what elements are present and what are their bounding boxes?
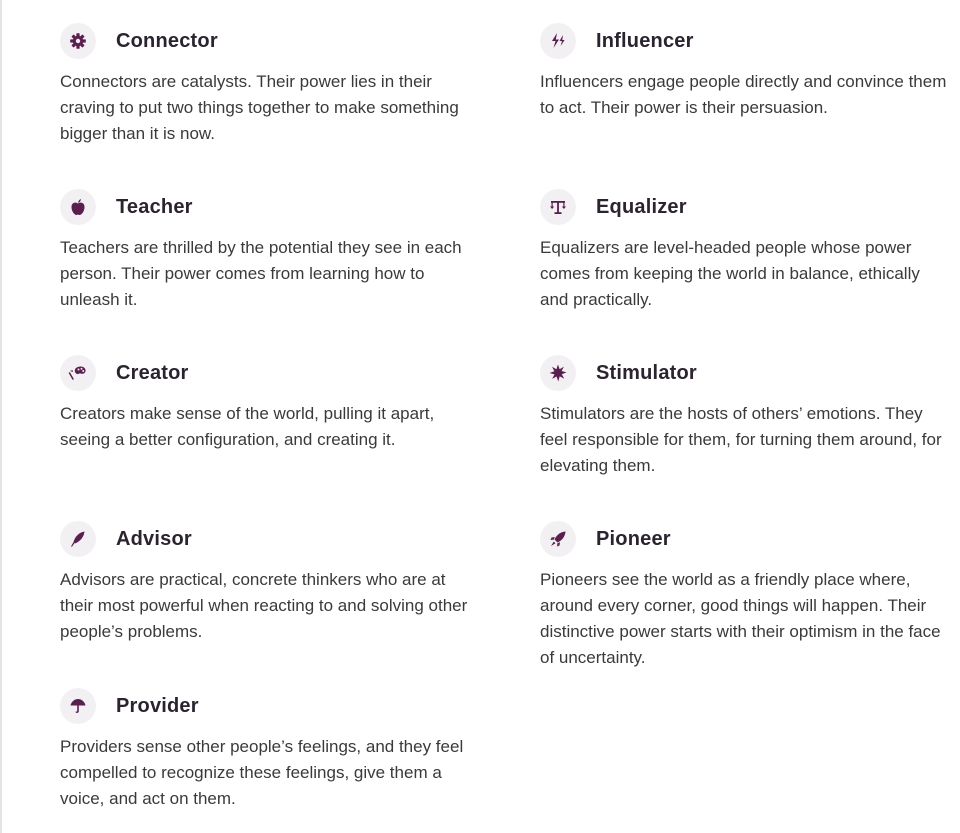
rocket-icon: [540, 521, 576, 557]
card-description: Influencers engage people directly and c…: [540, 72, 947, 117]
card-header: Pioneer: [540, 521, 950, 557]
card-connector: Connector Connectors are catalysts. Thei…: [60, 23, 470, 147]
card-description: Teachers are thrilled by the potential t…: [60, 238, 462, 309]
burst-icon: [540, 355, 576, 391]
card-description: Creators make sense of the world, pullin…: [60, 404, 435, 449]
card-header: Equalizer: [540, 189, 950, 225]
card-description: Advisors are practical, concrete thinker…: [60, 570, 468, 641]
card-advisor: Advisor Advisors are practical, concrete…: [60, 521, 470, 645]
card-title: Equalizer: [596, 195, 687, 218]
card-title: Provider: [116, 694, 199, 717]
card-provider: Provider Providers sense other people’s …: [60, 688, 470, 812]
card-equalizer: Equalizer Equalizers are level-headed pe…: [540, 189, 950, 313]
card-header: Connector: [60, 23, 470, 59]
card-description: Equalizers are level-headed people whose…: [540, 238, 920, 309]
card-title: Influencer: [596, 29, 694, 52]
apple-icon: [60, 189, 96, 225]
card-header: Stimulator: [540, 355, 950, 391]
card-header: Provider: [60, 688, 470, 724]
card-teacher: Teacher Teachers are thrilled by the pot…: [60, 189, 470, 313]
card-header: Influencer: [540, 23, 950, 59]
left-divider: [0, 0, 2, 833]
palette-icon: [60, 355, 96, 391]
card-description: Stimulators are the hosts of others’ emo…: [540, 404, 942, 475]
gear-icon: [60, 23, 96, 59]
card-stimulator: Stimulator Stimulators are the hosts of …: [540, 355, 950, 479]
card-header: Teacher: [60, 189, 470, 225]
card-title: Teacher: [116, 195, 193, 218]
card-header: Advisor: [60, 521, 470, 557]
lightning-icon: [540, 23, 576, 59]
card-creator: Creator Creators make sense of the world…: [60, 355, 470, 453]
card-header: Creator: [60, 355, 470, 391]
card-influencer: Influencer Influencers engage people dir…: [540, 23, 950, 121]
card-description: Pioneers see the world as a friendly pla…: [540, 570, 941, 667]
scale-icon: [540, 189, 576, 225]
card-description: Connectors are catalysts. Their power li…: [60, 72, 459, 143]
card-title: Advisor: [116, 527, 192, 550]
card-title: Creator: [116, 361, 189, 384]
quill-icon: [60, 521, 96, 557]
card-title: Pioneer: [596, 527, 671, 550]
card-pioneer: Pioneer Pioneers see the world as a frie…: [540, 521, 950, 671]
card-title: Connector: [116, 29, 218, 52]
umbrella-icon: [60, 688, 96, 724]
card-description: Providers sense other people’s feelings,…: [60, 737, 464, 808]
card-title: Stimulator: [596, 361, 697, 384]
